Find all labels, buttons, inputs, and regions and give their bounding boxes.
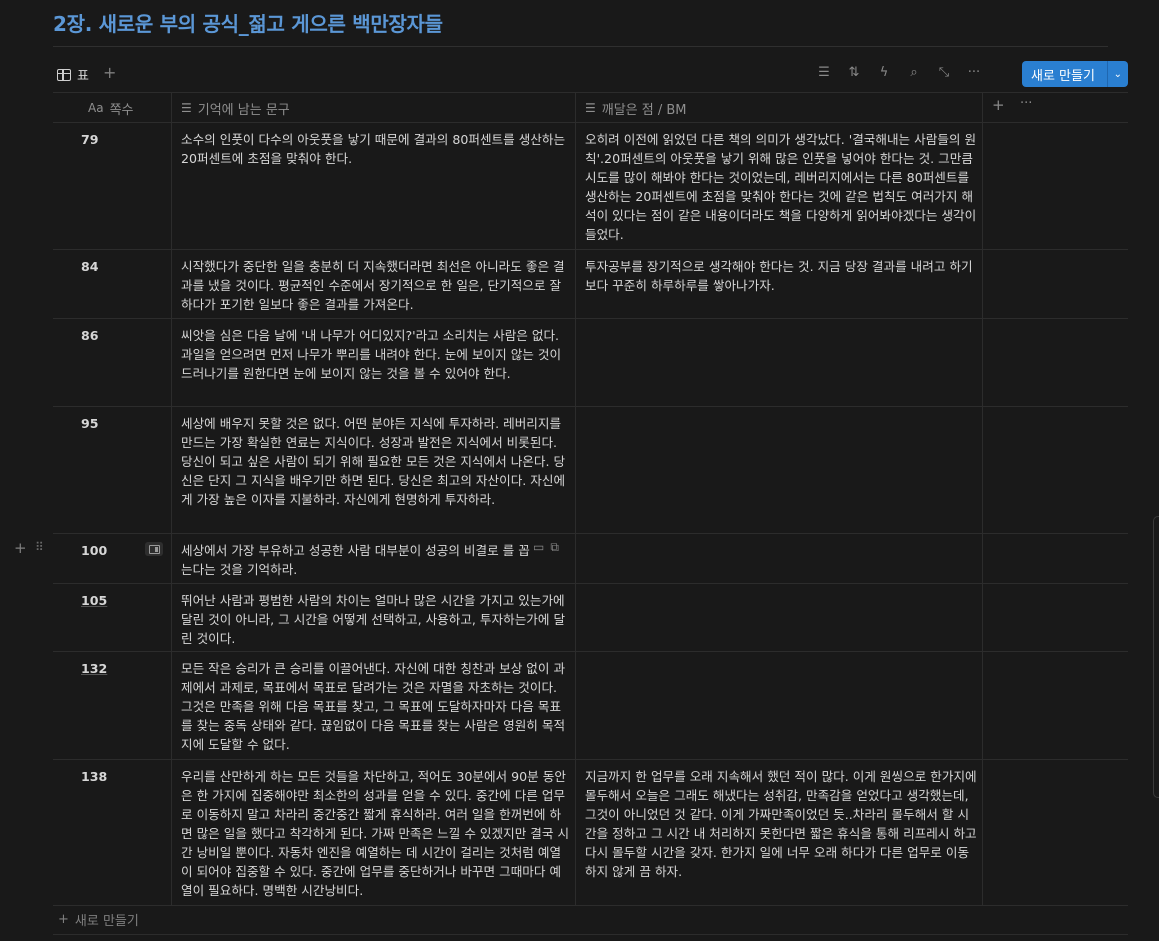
side-peek-edge	[1153, 516, 1159, 798]
memory-cell[interactable]: 뛰어난 사람과 평범한 사람의 차이는 얼마나 많은 시간을 가지고 있는가에 …	[181, 591, 571, 648]
table-row[interactable]: 138 우리를 산만하게 하는 모든 것들을 차단하고, 적어도 30분에서 9…	[53, 759, 1128, 905]
text-property-icon: ☰	[585, 101, 596, 115]
column-header-page[interactable]: Aa 쪽수	[88, 94, 133, 122]
page-title[interactable]: 2장. 새로운 부의 공식_젊고 게으른 백만장자들	[53, 8, 443, 37]
column-header-label: 깨달은 점 / BM	[601, 102, 687, 118]
more-icon[interactable]: ···	[966, 65, 982, 80]
table-row[interactable]: 105 뛰어난 사람과 평범한 사람의 차이는 얼마나 많은 시간을 가지고 있…	[53, 583, 1128, 651]
plus-icon: +	[58, 912, 69, 927]
page-cell[interactable]: 86	[81, 326, 99, 345]
search-icon[interactable]: ⌕	[906, 65, 922, 80]
grid-line	[53, 92, 1128, 93]
toolbar-actions: ☰ ⇅ ϟ ⌕ ⤡ ···	[816, 65, 982, 80]
note-cell[interactable]: 오히려 이전에 읽었던 다른 책의 의미가 생각났다. '결국해내는 사람들의 …	[585, 130, 977, 244]
column-header-label: 쪽수	[109, 102, 134, 118]
title-divider	[53, 46, 1108, 47]
table-row[interactable]: 95 세상에 배우지 못할 것은 없다. 어떤 분야든 지식에 투자하라. 레버…	[53, 406, 1128, 533]
text-property-icon: ☰	[181, 101, 192, 115]
note-cell[interactable]: 지금까지 한 업무를 오래 지속해서 했던 적이 많다. 이게 원씽으로 한가지…	[585, 767, 977, 881]
view-tab-label: 표	[77, 69, 89, 84]
add-view-button[interactable]: +	[103, 63, 116, 82]
column-header-memory[interactable]: ☰ 기억에 남는 문구	[181, 94, 290, 122]
automation-icon[interactable]: ϟ	[876, 65, 892, 80]
memory-cell[interactable]: 시작했다가 중단한 일을 충분히 더 지속했더라면 최선은 아니라도 좋은 결과…	[181, 257, 571, 314]
grid-line	[53, 905, 1128, 906]
chevron-down-icon[interactable]: ⌄	[1108, 69, 1128, 80]
database-toolbar: 표 + ☰ ⇅ ϟ ⌕ ⤡ ··· 새로 만들기 ⌄	[53, 60, 1128, 88]
filter-icon[interactable]: ☰	[816, 65, 832, 80]
open-panel-icon	[148, 544, 160, 554]
page-cell[interactable]: 132	[81, 659, 107, 678]
view-tab-table[interactable]: 표	[57, 65, 89, 84]
table-icon	[57, 68, 71, 81]
table-row[interactable]: 100 세상에서 가장 부유하고 성공한 사람 대부분이 성공의 비결로 를 꼽…	[53, 533, 1128, 583]
database-page: 2장. 새로운 부의 공식_젊고 게으른 백만장자들 표 + ☰ ⇅ ϟ ⌕ ⤡…	[0, 0, 1159, 941]
page-cell[interactable]: 138	[81, 767, 107, 786]
page-cell[interactable]: 105	[81, 591, 107, 610]
table-row[interactable]: 84 시작했다가 중단한 일을 충분히 더 지속했더라면 최선은 아니라도 좋은…	[53, 249, 1128, 318]
grid-line	[53, 934, 1128, 935]
drag-handle-icon[interactable]: ⠿	[35, 540, 44, 554]
table-row[interactable]: 79 소수의 인풋이 다수의 아웃풋을 낳기 때문에 결과의 80퍼센트를 생산…	[53, 122, 1128, 249]
memory-cell[interactable]: 소수의 인풋이 다수의 아웃풋을 낳기 때문에 결과의 80퍼센트를 생산하는 …	[181, 130, 571, 168]
page-cell[interactable]: 79	[81, 130, 99, 149]
open-page-button[interactable]	[145, 542, 163, 556]
sort-icon[interactable]: ⇅	[846, 65, 862, 80]
copy-icon[interactable]: ⧉	[550, 540, 559, 555]
page-cell[interactable]: 84	[81, 257, 99, 276]
title-property-icon: Aa	[88, 101, 104, 115]
cell-actions: ▭ ⧉	[533, 540, 559, 555]
memory-cell[interactable]: 세상에 배우지 못할 것은 없다. 어떤 분야든 지식에 투자하라. 레버리지를…	[181, 414, 571, 509]
note-cell[interactable]: 투자공부를 장기적으로 생각해야 한다는 것. 지금 당장 결과를 내려고 하기…	[585, 257, 977, 295]
memory-cell[interactable]: 우리를 산만하게 하는 모든 것들을 차단하고, 적어도 30분에서 90분 동…	[181, 767, 571, 900]
add-row-label: 새로 만들기	[74, 914, 139, 929]
add-property-button[interactable]: +	[992, 96, 1005, 114]
memory-cell[interactable]: 모든 작은 승리가 큰 승리를 이끌어낸다. 자신에 대한 칭찬과 보상 없이 …	[181, 659, 571, 754]
new-button[interactable]: 새로 만들기 ⌄	[1022, 61, 1128, 87]
expand-icon[interactable]: ⤡	[936, 65, 952, 80]
column-header-note[interactable]: ☰ 깨달은 점 / BM	[585, 94, 687, 122]
more-icon[interactable]: ···	[1020, 96, 1032, 111]
memory-cell[interactable]: 세상에서 가장 부유하고 성공한 사람 대부분이 성공의 비결로 를 꼽는다는 …	[181, 541, 531, 579]
add-row-button[interactable]: + 새로 만들기	[58, 910, 139, 929]
table-row[interactable]: 86 씨앗을 심은 다음 날에 '내 나무가 어디있지?'라고 소리치는 사람은…	[53, 318, 1128, 406]
page-cell[interactable]: 95	[81, 414, 99, 433]
add-row-above-button[interactable]: +	[14, 539, 27, 557]
comment-icon[interactable]: ▭	[533, 540, 544, 555]
column-header-label: 기억에 남는 문구	[197, 102, 290, 118]
new-button-label: 새로 만들기	[1031, 68, 1095, 84]
memory-cell[interactable]: 씨앗을 심은 다음 날에 '내 나무가 어디있지?'라고 소리치는 사람은 없다…	[181, 326, 571, 383]
page-cell[interactable]: 100	[81, 541, 107, 560]
table-row[interactable]: 132 모든 작은 승리가 큰 승리를 이끌어낸다. 자신에 대한 칭찬과 보상…	[53, 651, 1128, 759]
